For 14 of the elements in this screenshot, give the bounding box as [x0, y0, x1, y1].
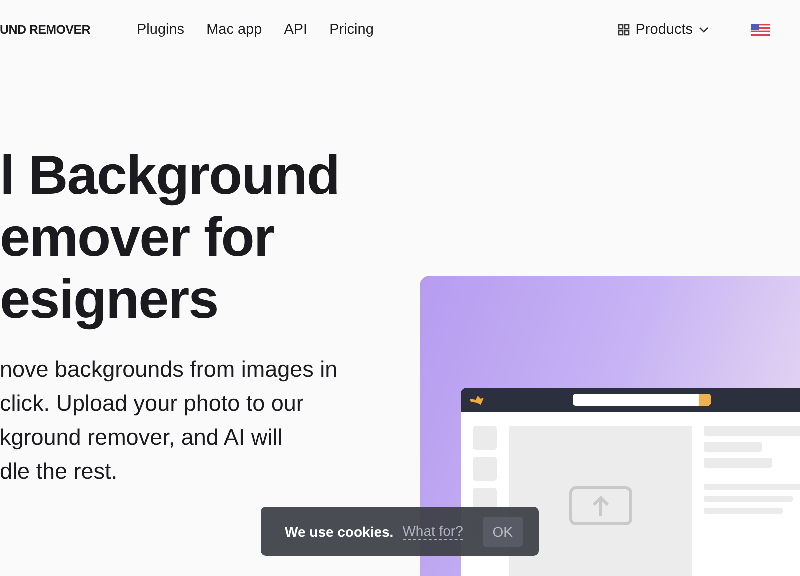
hero-description: nove backgrounds from images in click. Upload your photo to our kground remover, and AI will dle the rest.: [0, 356, 339, 486]
flag-icon[interactable]: [751, 24, 770, 36]
logo-text[interactable]: UND REMOVER: [0, 23, 137, 37]
cookie-message: We use cookies.: [285, 524, 394, 540]
nav-link[interactable]: Mac app: [206, 22, 262, 38]
ok-button[interactable]: OK: [482, 516, 523, 546]
hero-heading: l Background emover for esigners: [0, 144, 340, 330]
nav-link[interactable]: Pricing: [330, 22, 374, 38]
nav-link[interactable]: API: [284, 22, 308, 38]
products-menu[interactable]: Products: [618, 22, 709, 38]
grid-icon: [618, 24, 630, 36]
chevron-down-icon: [699, 27, 709, 33]
cookie-info-link[interactable]: What for?: [402, 523, 464, 540]
nav-link[interactable]: Plugins: [137, 22, 185, 38]
